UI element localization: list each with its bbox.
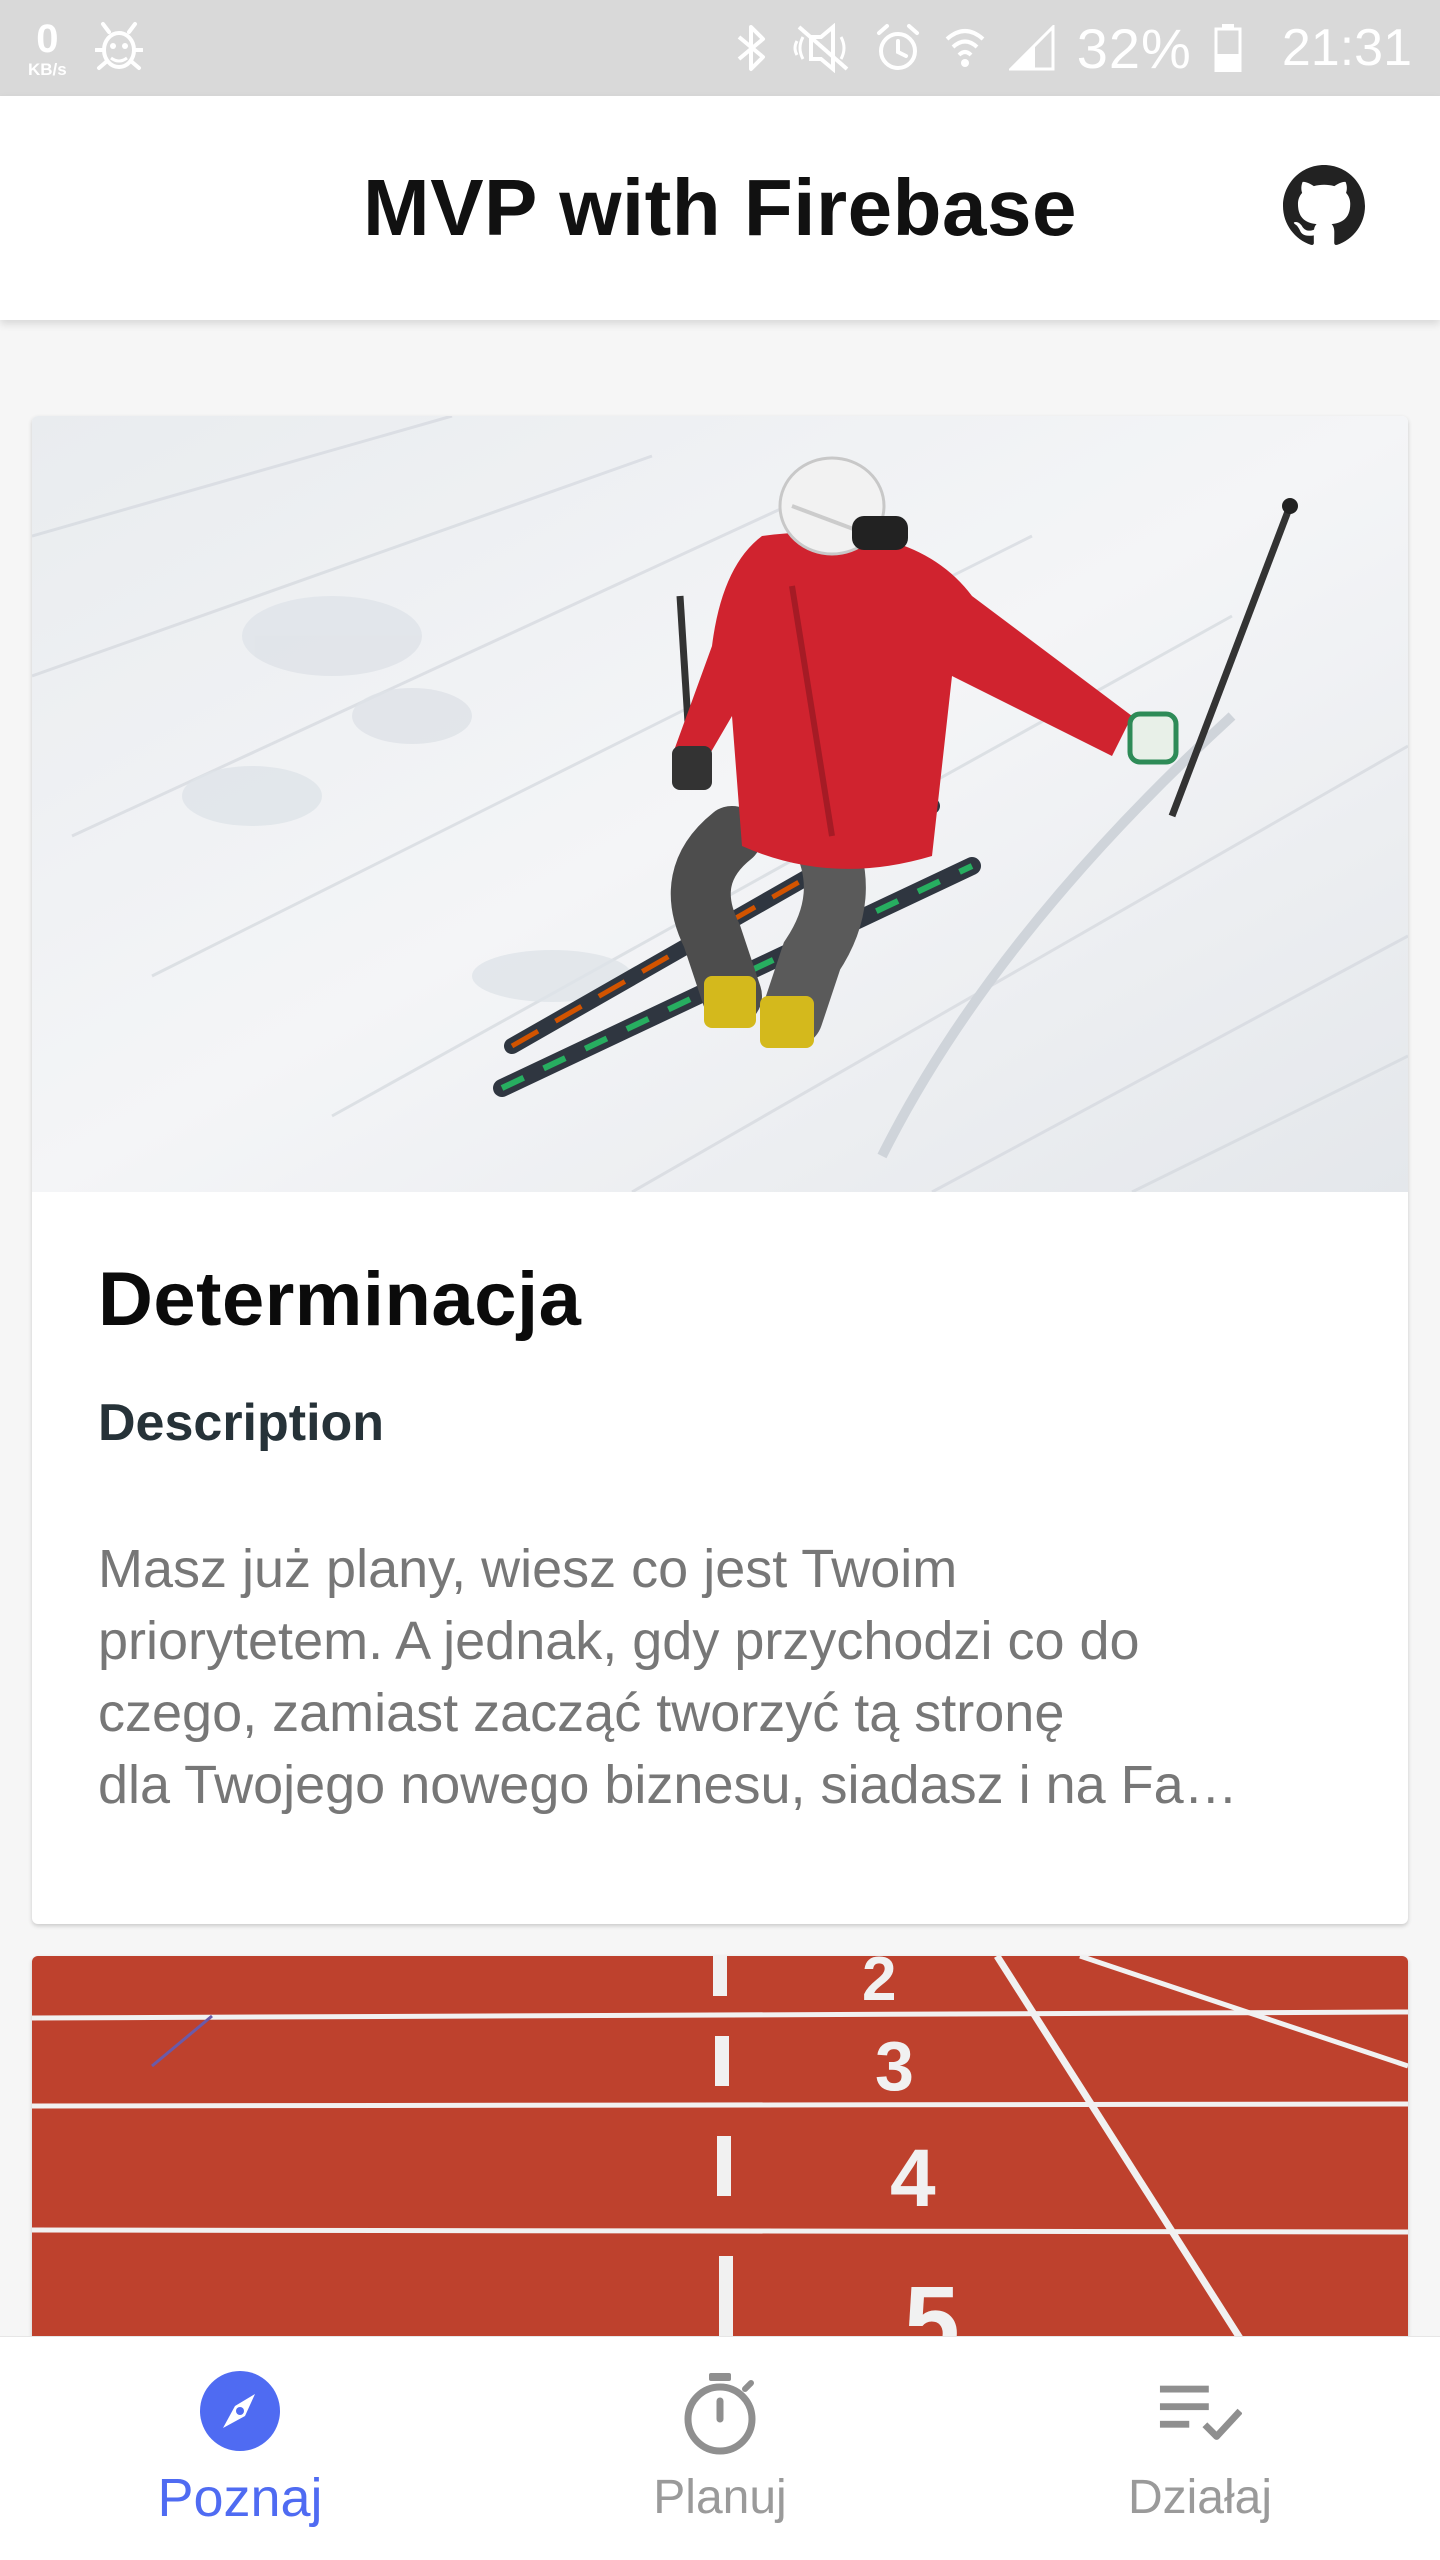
description-line: priorytetem. A jednak, gdy przychodzi co… (98, 1611, 1140, 1671)
network-speed: 0 KB/s (28, 19, 67, 78)
status-right: 32% 21:31 (735, 16, 1412, 81)
app-title: MVP with Firebase (363, 163, 1077, 252)
card-list[interactable]: Determinacja Description Masz już plany,… (0, 320, 1440, 2336)
nav-label-dzialaj: Działaj (1127, 2471, 1273, 2524)
card-determinacja[interactable]: Determinacja Description Masz już plany,… (32, 416, 1408, 1924)
mute-icon (791, 23, 853, 73)
card-subtitle: Description (98, 1394, 385, 1452)
card-image-track: 2 3 4 5 (32, 1956, 1408, 2336)
nav-item-planuj[interactable]: Planuj (570, 2372, 870, 2525)
network-speed-value: 0 (36, 16, 59, 61)
bottom-navigation: Poznaj Planuj Działaj (0, 2336, 1440, 2560)
card-title: Determinacja (98, 1257, 582, 1342)
lane-number: 4 (890, 2133, 936, 2224)
github-button[interactable] (1280, 164, 1368, 252)
card-image-skier (32, 416, 1408, 1192)
checklist-icon (1158, 2372, 1242, 2456)
lane-number: 3 (875, 2027, 914, 2105)
card-running-track[interactable]: 2 3 4 5 (32, 1956, 1408, 2336)
card-body: Determinacja Description Masz już plany,… (32, 1192, 1408, 1821)
nav-item-dzialaj[interactable]: Działaj (1050, 2372, 1350, 2525)
description-line: dla Twojego nowego biznesu, siadasz i na… (98, 1755, 1238, 1815)
stopwatch-icon (678, 2372, 762, 2456)
running-track-photo: 2 3 4 5 (32, 1956, 1408, 2336)
status-bar: 0 KB/s 32% 21:31 (0, 0, 1440, 96)
battery-percent: 32% (1076, 16, 1192, 80)
lane-number: 2 (862, 1956, 896, 2014)
bug-icon (93, 20, 144, 77)
lane-number: 5 (904, 2266, 960, 2336)
app-bar: MVP with Firebase (0, 96, 1440, 320)
battery-icon (1214, 24, 1242, 72)
nav-item-poznaj[interactable]: Poznaj (90, 2369, 390, 2529)
description-line: Masz już plany, wiesz co jest Twoim (98, 1539, 958, 1599)
description-line: czego, zamiast zacząć tworzyć tą stronę (98, 1683, 1065, 1743)
bluetooth-icon (735, 23, 769, 73)
status-left: 0 KB/s (28, 19, 144, 78)
app-screen: 0 KB/s 32% 21:31 MVP with Firebase Deter… (0, 0, 1440, 2560)
nav-label-poznaj: Poznaj (157, 2467, 323, 2528)
signal-icon (1008, 25, 1055, 71)
compass-icon (198, 2369, 282, 2453)
github-icon (1283, 164, 1365, 252)
alarm-icon (875, 23, 921, 73)
nav-label-planuj: Planuj (653, 2471, 787, 2524)
wifi-icon (943, 23, 987, 73)
skier-photo (32, 416, 1408, 1192)
clock: 21:31 (1281, 19, 1412, 77)
network-speed-unit: KB/s (28, 59, 67, 79)
card-description: Masz już plany, wiesz co jest Twoim prio… (98, 1533, 1358, 1821)
